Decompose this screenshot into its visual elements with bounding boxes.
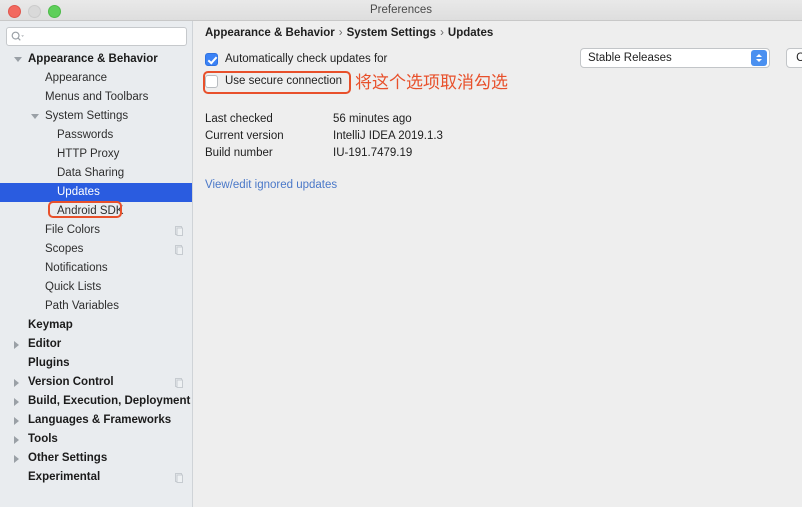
sidebar-item-tools[interactable]: Tools bbox=[0, 430, 192, 449]
use-secure-connection-row[interactable]: Use secure connection bbox=[205, 73, 342, 89]
preferences-window: Preferences Appearance & Behavior Appeara… bbox=[0, 0, 802, 507]
auto-check-updates-row[interactable]: Automatically check updates for bbox=[205, 51, 387, 67]
info-row-value: IU-191.7479.19 bbox=[333, 147, 413, 159]
sidebar-item-data-sharing[interactable]: Data Sharing bbox=[0, 164, 192, 183]
sidebar-item-appearance[interactable]: Appearance bbox=[0, 69, 192, 88]
auto-check-updates-label: Automatically check updates for bbox=[225, 53, 388, 65]
info-row-key: Current version bbox=[205, 130, 284, 142]
sidebar-item-label: Updates bbox=[57, 186, 100, 198]
chevron-right-icon[interactable] bbox=[14, 417, 19, 425]
sidebar-item-passwords[interactable]: Passwords bbox=[0, 126, 192, 145]
document-icon bbox=[175, 473, 183, 483]
update-channel-value: Stable Releases bbox=[588, 52, 672, 64]
sidebar-item-notifications[interactable]: Notifications bbox=[0, 259, 192, 278]
sidebar-item-system-settings[interactable]: System Settings bbox=[0, 107, 192, 126]
settings-content-panel: Appearance & Behavior › System Settings › Up… bbox=[194, 21, 802, 507]
chevron-right-icon[interactable] bbox=[14, 455, 19, 463]
sidebar-item-label: Scopes bbox=[45, 243, 84, 255]
sidebar-item-label: Android SDK bbox=[57, 205, 124, 217]
sidebar-item-label: Path Variables bbox=[45, 300, 119, 312]
info-row-key: Last checked bbox=[205, 113, 273, 125]
chevron-updown-icon bbox=[751, 50, 767, 66]
settings-sidebar: Appearance & Behavior Appearance Menus and… bbox=[0, 21, 193, 507]
info-row: Last checked 56 minutes ago bbox=[205, 111, 443, 128]
sidebar-item-updates[interactable]: Updates bbox=[0, 183, 192, 202]
sidebar-item-label: Experimental bbox=[28, 471, 101, 483]
info-row-key: Build number bbox=[205, 147, 273, 159]
breadcrumb-segment[interactable]: Updates bbox=[448, 27, 493, 39]
chevron-right-icon[interactable] bbox=[14, 341, 19, 349]
sidebar-item-path-variables[interactable]: Path Variables bbox=[0, 297, 192, 316]
breadcrumb-segment[interactable]: Appearance & Behavior bbox=[205, 27, 335, 39]
sidebar-item-label: HTTP Proxy bbox=[57, 148, 120, 160]
view-edit-ignored-updates-link[interactable]: View/edit ignored updates bbox=[205, 179, 337, 191]
sidebar-item-http-proxy[interactable]: HTTP Proxy bbox=[0, 145, 192, 164]
sidebar-item-label: Languages & Frameworks bbox=[28, 414, 172, 426]
sidebar-item-editor[interactable]: Editor bbox=[0, 335, 192, 354]
breadcrumb-separator: › bbox=[440, 27, 444, 39]
sidebar-item-label: Keymap bbox=[28, 319, 73, 331]
info-row: Current version IntelliJ IDEA 2019.1.3 bbox=[205, 128, 443, 145]
document-icon bbox=[175, 378, 183, 388]
annotation-note-text: 将这个选项取消勾选 bbox=[355, 73, 508, 93]
document-icon bbox=[175, 226, 183, 236]
chevron-right-icon[interactable] bbox=[14, 436, 19, 444]
sidebar-item-keymap[interactable]: Keymap bbox=[0, 316, 192, 335]
update-info-table: Last checked 56 minutes ago Current versio… bbox=[205, 111, 443, 162]
sidebar-item-file-colors[interactable]: File Colors bbox=[0, 221, 192, 240]
sidebar-item-label: Editor bbox=[28, 338, 62, 350]
document-icon bbox=[175, 245, 183, 255]
sidebar-item-label: Data Sharing bbox=[57, 167, 125, 179]
sidebar-item-quick-lists[interactable]: Quick Lists bbox=[0, 278, 192, 297]
sidebar-item-label: Version Control bbox=[28, 376, 114, 388]
sidebar-item-label: System Settings bbox=[45, 110, 129, 122]
breadcrumb: Appearance & Behavior › System Settings › Up… bbox=[205, 27, 493, 39]
settings-tree: Appearance & Behavior Appearance Menus and… bbox=[0, 50, 192, 487]
sidebar-item-experimental[interactable]: Experimental bbox=[0, 468, 192, 487]
sidebar-item-label: Appearance bbox=[45, 72, 108, 84]
search-field[interactable] bbox=[6, 27, 187, 46]
use-secure-connection-label: Use secure connection bbox=[225, 75, 342, 87]
window-titlebar: Preferences bbox=[0, 0, 802, 21]
info-row: Build number IU-191.7479.19 bbox=[205, 145, 443, 162]
chevron-down-icon[interactable] bbox=[14, 57, 22, 62]
chevron-right-icon[interactable] bbox=[14, 379, 19, 387]
info-row-value: 56 minutes ago bbox=[333, 113, 412, 125]
sidebar-item-languages-frameworks[interactable]: Languages & Frameworks bbox=[0, 411, 192, 430]
sidebar-item-menus-and-toolbars[interactable]: Menus and Toolbars bbox=[0, 88, 192, 107]
sidebar-item-version-control[interactable]: Version Control bbox=[0, 373, 192, 392]
breadcrumb-separator: › bbox=[338, 27, 343, 39]
sidebar-item-other-settings[interactable]: Other Settings bbox=[0, 449, 192, 468]
chevron-down-icon[interactable] bbox=[31, 114, 39, 119]
sidebar-item-build-execution-deployment[interactable]: Build, Execution, Deployment bbox=[0, 392, 192, 411]
sidebar-item-label: Appearance & Behavior bbox=[28, 53, 158, 65]
sidebar-item-plugins[interactable]: Plugins bbox=[0, 354, 192, 373]
sidebar-item-label: File Colors bbox=[45, 224, 100, 236]
window-title: Preferences bbox=[369, 4, 432, 16]
sidebar-item-label: Notifications bbox=[45, 262, 108, 274]
sidebar-item-android-sdk[interactable]: Android SDK bbox=[0, 202, 192, 221]
sidebar-item-label: Other Settings bbox=[28, 452, 108, 464]
sidebar-item-label: Menus and Toolbars bbox=[45, 91, 149, 103]
search-input[interactable] bbox=[6, 27, 187, 46]
use-secure-connection-checkbox[interactable] bbox=[205, 74, 218, 88]
sidebar-item-label: Quick Lists bbox=[45, 281, 102, 293]
breadcrumb-segment[interactable]: System Settings bbox=[347, 27, 436, 39]
sidebar-item-scopes[interactable]: Scopes bbox=[0, 240, 192, 259]
sidebar-item-appearance-behavior[interactable]: Appearance & Behavior bbox=[0, 50, 192, 69]
auto-check-updates-checkbox[interactable] bbox=[205, 52, 218, 66]
sidebar-item-label: Passwords bbox=[57, 129, 114, 141]
sidebar-item-label: Build, Execution, Deployment bbox=[28, 395, 191, 407]
update-channel-select[interactable]: Stable Releases bbox=[580, 48, 770, 68]
info-row-value: IntelliJ IDEA 2019.1.3 bbox=[333, 130, 443, 142]
chevron-right-icon[interactable] bbox=[14, 398, 19, 406]
check-now-button[interactable]: Check Now bbox=[786, 48, 802, 68]
sidebar-item-label: Tools bbox=[28, 433, 58, 445]
sidebar-item-label: Plugins bbox=[28, 357, 70, 369]
